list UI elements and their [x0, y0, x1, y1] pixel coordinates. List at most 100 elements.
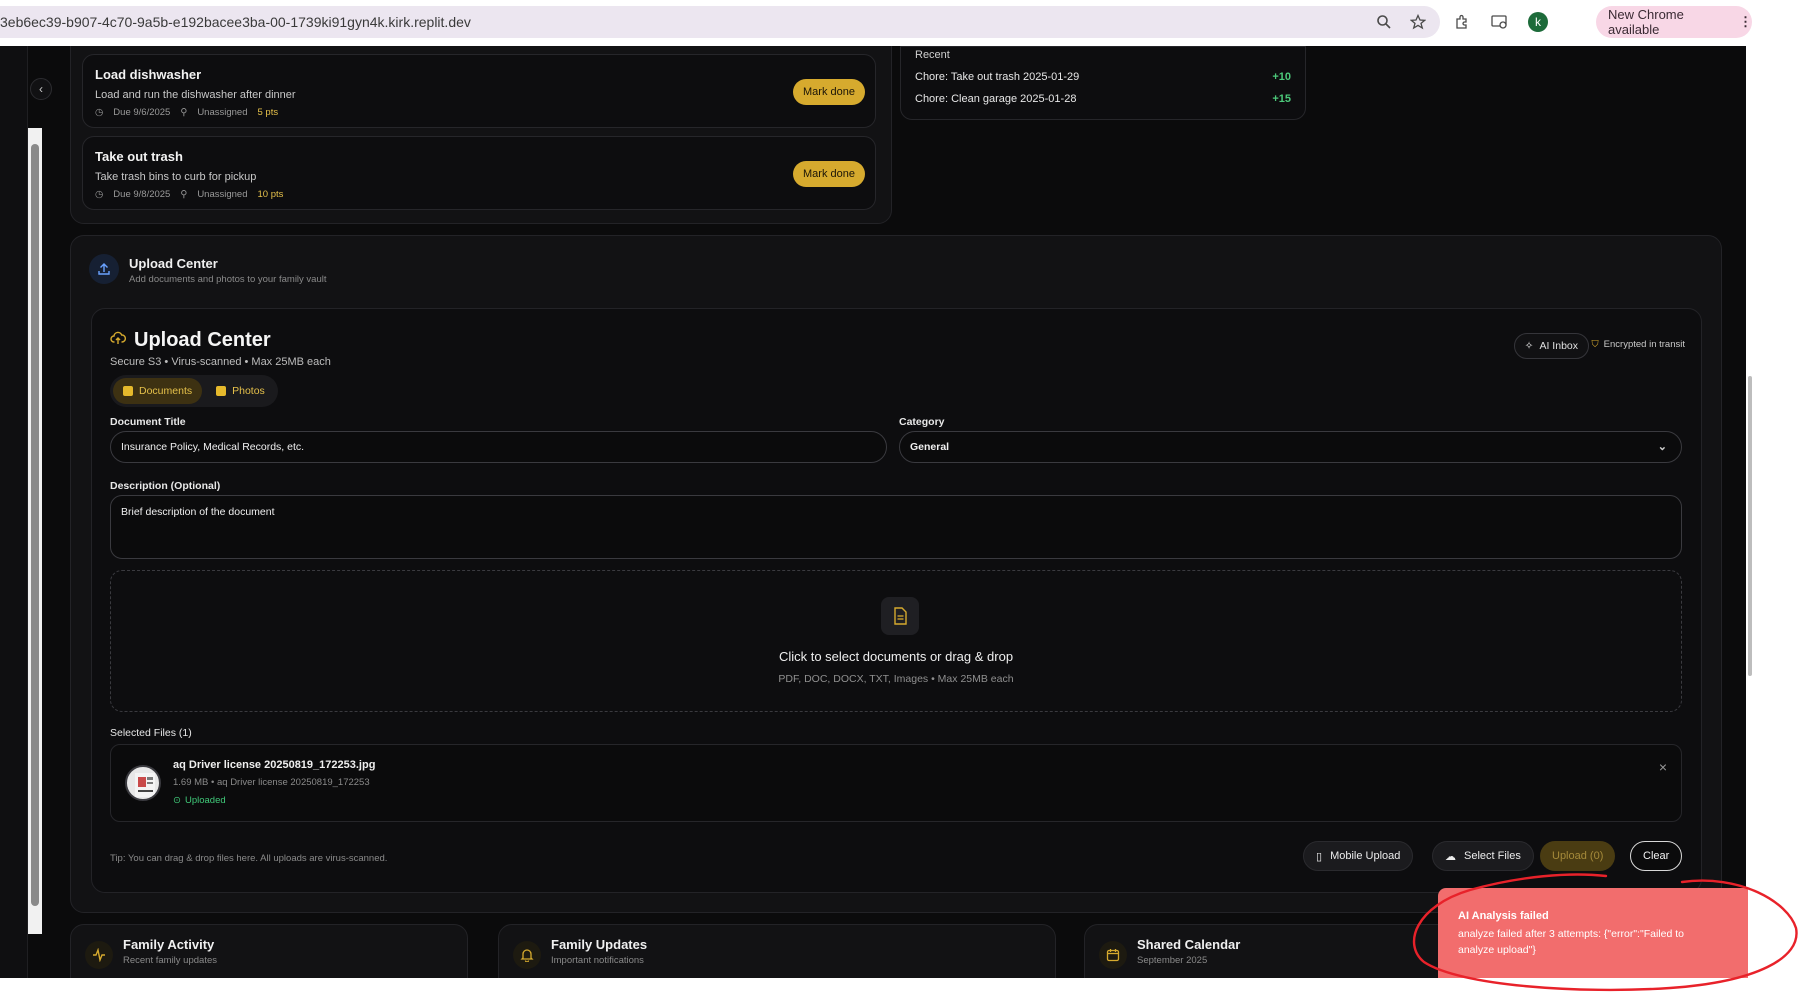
category-select[interactable]: General ⌄ — [899, 431, 1682, 463]
chore-item: Load dishwasher Load and run the dishwas… — [82, 54, 876, 128]
document-icon — [123, 386, 133, 396]
media-cast-icon[interactable] — [1490, 12, 1510, 32]
upload-tip: Tip: You can drag & drop files here. All… — [110, 853, 388, 864]
file-text-icon — [881, 597, 919, 635]
page-scrollbar-thumb[interactable] — [1748, 376, 1752, 676]
section-title: Upload Center — [129, 256, 218, 271]
cloud-upload-icon — [110, 329, 127, 352]
card-subtitle: Important notifications — [551, 955, 644, 966]
select-files-button[interactable]: ☁ Select Files — [1432, 841, 1534, 871]
file-meta: 1.69 MB • aq Driver license 20250819_172… — [173, 777, 370, 788]
chore-assignee: Unassigned — [197, 189, 248, 200]
card-subtitle: September 2025 — [1137, 955, 1208, 966]
recent-heading: Recent — [915, 49, 950, 61]
file-name: aq Driver license 20250819_172253.jpg — [173, 759, 376, 771]
file-dropzone[interactable]: Click to select documents or drag & drop… — [110, 570, 1682, 712]
profile-avatar[interactable]: k — [1528, 12, 1548, 32]
mobile-upload-label: Mobile Upload — [1330, 850, 1401, 862]
mark-done-button[interactable]: Mark done — [793, 79, 865, 105]
upload-panel: Upload Center Secure S3 • Virus-scanned … — [91, 308, 1702, 893]
new-chrome-label: New Chrome available — [1608, 7, 1684, 37]
ai-inbox-button[interactable]: ✧ AI Inbox — [1513, 333, 1589, 359]
toast-title: AI Analysis failed — [1458, 910, 1549, 922]
select-files-label: Select Files — [1464, 850, 1521, 862]
bell-icon — [513, 941, 541, 969]
clear-button[interactable]: Clear — [1630, 841, 1683, 871]
category-label: Category — [899, 416, 945, 428]
encrypted-label: Encrypted in transit — [1603, 339, 1685, 350]
recent-row: Chore: Clean garage 2025-01-28 +15 — [915, 93, 1291, 105]
chevron-down-icon: ⌄ — [1657, 441, 1667, 453]
mobile-upload-button[interactable]: ▯ Mobile Upload — [1303, 841, 1414, 871]
zoom-icon[interactable] — [1374, 12, 1394, 32]
sidebar-scrollbar[interactable] — [28, 128, 42, 934]
url-text[interactable]: 3eb6ec39-b907-4c70-9a5b-e192bacee3ba-00-… — [0, 14, 471, 30]
shield-check-icon: ⛉ — [1591, 339, 1599, 350]
dropzone-subtitle: PDF, DOC, DOCX, TXT, Images • Max 25MB e… — [778, 673, 1014, 685]
sidebar-collapse-button[interactable]: ‹ — [30, 78, 52, 100]
upload-title: Upload Center — [110, 329, 271, 352]
address-bar[interactable]: 3eb6ec39-b907-4c70-9a5b-e192bacee3ba-00-… — [0, 6, 1440, 38]
check-circle-icon: ⊙ — [173, 795, 181, 806]
encrypted-badge: ⛉ Encrypted in transit — [1592, 339, 1685, 350]
more-vert-icon[interactable]: ⋮ — [1739, 14, 1752, 30]
bookmark-star-icon[interactable] — [1408, 12, 1428, 32]
mark-done-button[interactable]: Mark done — [793, 161, 865, 187]
chore-item: Take out trash Take trash bins to curb f… — [82, 136, 876, 210]
app-viewport: ‹ Load dishwasher Load and run the dishw… — [0, 46, 1746, 978]
file-status-label: Uploaded — [184, 795, 226, 806]
tab-label: Documents — [139, 385, 193, 397]
card-title: Family Activity — [123, 937, 215, 952]
description-label: Description (Optional) — [110, 480, 221, 492]
document-title-label: Document Title — [110, 416, 186, 428]
cloud-upload-icon: ☁ — [1445, 850, 1456, 863]
section-subtitle: Add documents and photos to your family … — [129, 274, 327, 285]
user-icon: ⚲ — [180, 189, 188, 200]
chore-title: Load dishwasher — [95, 67, 202, 82]
selected-files-label: Selected Files (1) — [110, 727, 192, 739]
family-activity-card: Family Activity Recent family updates — [70, 924, 468, 978]
chore-description: Load and run the dishwasher after dinner — [95, 89, 296, 101]
card-subtitle: Recent family updates — [123, 955, 217, 966]
chore-title: Take out trash — [95, 149, 183, 164]
new-chrome-button[interactable]: New Chrome available ⋮ — [1596, 6, 1752, 38]
chore-description: Take trash bins to curb for pickup — [95, 171, 257, 183]
clock-icon: ◷ — [95, 189, 104, 200]
sidebar-scrollbar-thumb[interactable] — [31, 144, 39, 906]
upload-title-text: Upload Center — [134, 329, 271, 351]
sidebar-rail — [0, 46, 28, 978]
recent-points-card: Recent Chore: Take out trash 2025-01-29 … — [900, 46, 1306, 120]
upload-button[interactable]: Upload (0) — [1540, 841, 1616, 871]
user-icon: ⚲ — [180, 107, 188, 118]
document-title-input[interactable]: Insurance Policy, Medical Records, etc. — [110, 431, 887, 463]
upload-type-tabs: Documents Photos — [110, 375, 278, 407]
chore-assignee: Unassigned — [197, 107, 248, 118]
file-status: ⊙ Uploaded — [173, 795, 226, 806]
calendar-icon — [1099, 941, 1127, 969]
chore-due: Due 9/6/2025 — [113, 107, 171, 118]
upload-icon — [89, 254, 119, 284]
upload-center-section: Upload Center Add documents and photos t… — [70, 235, 1722, 913]
toast-message: analyze failed after 3 attempts: {"error… — [1458, 928, 1684, 956]
category-value: General — [910, 441, 950, 453]
photo-icon — [216, 386, 227, 396]
tab-label: Photos — [232, 385, 265, 397]
chore-points: 5 pts — [257, 107, 279, 118]
recent-row: Chore: Take out trash 2025-01-29 +10 — [915, 71, 1291, 83]
page-scrollbar[interactable] — [1746, 46, 1804, 978]
selected-file-item: aq Driver license 20250819_172253.jpg 1.… — [110, 744, 1682, 822]
error-toast[interactable]: AI Analysis failed analyze failed after … — [1438, 888, 1748, 978]
recent-value: +15 — [1272, 93, 1291, 105]
clock-icon: ◷ — [95, 107, 104, 118]
recent-value: +10 — [1272, 71, 1291, 83]
remove-file-icon[interactable]: × — [1659, 759, 1667, 775]
recent-label: Chore: Clean garage 2025-01-28 — [915, 93, 1077, 105]
upload-subtitle: Secure S3 • Virus-scanned • Max 25MB eac… — [110, 356, 331, 368]
tab-documents[interactable]: Documents — [113, 378, 203, 404]
card-title: Shared Calendar — [1137, 937, 1241, 952]
tab-photos[interactable]: Photos — [206, 378, 275, 404]
extensions-icon[interactable] — [1452, 12, 1472, 32]
description-textarea[interactable]: Brief description of the document — [110, 495, 1682, 559]
recent-label: Chore: Take out trash 2025-01-29 — [915, 71, 1080, 83]
ai-inbox-label: AI Inbox — [1539, 340, 1578, 352]
